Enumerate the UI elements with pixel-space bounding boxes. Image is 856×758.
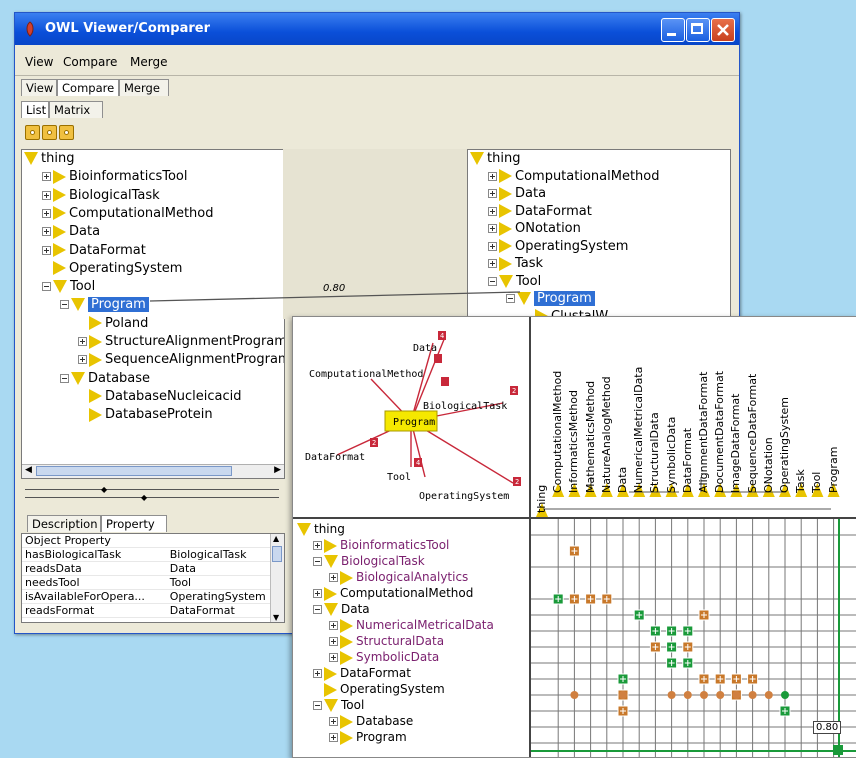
tree-node-label: NumericalMetricalData [356,618,494,632]
tree-node-label: Tool [341,698,365,712]
tree-node[interactable]: BioinformaticsTool [313,537,449,553]
tree-node-label: Program [356,730,407,744]
expand-icon[interactable] [329,717,338,726]
tree-node[interactable]: Tool [313,697,364,713]
matrix-score: 0.80 [813,721,842,734]
radial-graph-panel: 4 2 2 4 2 Program Data ComputationalMeth… [293,317,531,519]
tree-node[interactable]: Data [313,601,370,617]
tree-node[interactable]: BiologicalTask [313,553,425,569]
graph-count-data: 4 [440,332,444,340]
class-node-icon [324,666,337,681]
tree-node[interactable]: SymbolicData [329,649,439,665]
tree-node[interactable]: NumericalMetricalData [329,617,494,633]
tree-node-label: BiologicalTask [341,554,425,568]
graph-node-data[interactable]: Data [413,343,437,354]
matrix-column-label[interactable]: ImageDataFormat [729,394,742,493]
tree-node-label: thing [314,522,345,536]
tree-node-label: ComputationalMethod [340,586,474,600]
tree-node-label: Data [341,602,370,616]
matrix-column-label[interactable]: NatureAnalogMethod [600,376,613,493]
matrix-column-label[interactable]: Tool [810,472,823,493]
matrix-column-label[interactable]: OperatingSystem [778,397,791,493]
class-node-icon [324,682,337,697]
class-node-icon [340,714,353,729]
collapse-icon[interactable] [313,701,322,710]
radial-graph: 4 2 2 4 2 Program Data ComputationalMeth… [305,331,521,502]
expand-icon[interactable] [329,653,338,662]
graph-count-biotask: 2 [512,387,516,395]
bottom-tree-panel: thing BioinformaticsTool BiologicalTask Bio… [293,519,531,757]
matrix-grid-panel: 0.80 [531,519,856,757]
class-node-icon [340,650,353,665]
graph-count-tool: 4 [416,459,420,467]
matrix-column-label[interactable]: Program [827,447,840,493]
expand-icon[interactable] [329,621,338,630]
matrix-column-label[interactable]: SequenceDataFormat [746,374,759,493]
matrix-column-label[interactable]: ComputationalMethod [551,371,564,493]
graph-node-tool[interactable]: Tool [387,472,411,483]
class-node-icon [324,555,338,568]
expand-icon[interactable] [329,733,338,742]
expand-icon[interactable] [313,541,322,550]
expand-icon[interactable] [313,589,322,598]
tree-node[interactable]: BiologicalAnalytics [329,569,468,585]
matrix-column-label[interactable]: AlignmentDataFormat [697,372,710,493]
matrix-column-label[interactable]: StructuralData [648,412,661,493]
class-node-icon [324,603,338,616]
matrix-column-label[interactable]: MathematicsMethod [584,381,597,493]
tree-node[interactable]: Program [329,729,407,745]
tree-node-label: DataFormat [340,666,411,680]
graph-node-biologicaltask[interactable]: BiologicalTask [423,401,507,412]
tree-node-label: StructuralData [356,634,445,648]
expand-icon[interactable] [329,637,338,646]
matrix-column-label[interactable]: DocumentDataFormat [713,371,726,493]
graph-node-operatingsystem[interactable]: OperatingSystem [419,491,509,502]
class-node-icon [297,523,311,536]
tree-node[interactable]: thing [297,521,345,537]
expand-icon[interactable] [313,669,322,678]
matrix-column-label[interactable]: DataFormat [681,428,694,493]
graph-count-os: 2 [515,478,519,486]
tree-node-label: OperatingSystem [340,682,445,696]
class-node-icon [340,570,353,585]
class-node-icon [324,538,337,553]
tree-node[interactable]: DataFormat [313,665,411,681]
class-node-icon [340,618,353,633]
tree-node-label: Database [356,714,414,728]
matrix-column-label[interactable]: InformaticsMethod [567,390,580,493]
class-node-icon [340,730,353,745]
matrix-column-header: thing ComputationalMethod InformaticsMetho… [531,317,856,519]
matrix-grid [531,519,856,757]
matrix-column-label[interactable]: Task [794,469,807,493]
class-node-icon [324,586,337,601]
graph-count-dataformat: 2 [372,439,376,447]
tree-node-label: BioinformaticsTool [340,538,450,552]
tree-node[interactable]: Database [329,713,413,729]
collapse-icon[interactable] [313,605,322,614]
graph-node-dataformat[interactable]: DataFormat [305,452,365,463]
collapse-icon[interactable] [313,557,322,566]
expand-icon[interactable] [329,573,338,582]
tree-node[interactable]: ComputationalMethod [313,585,473,601]
class-node-icon [340,634,353,649]
matrix-column-label[interactable]: ONotation [762,437,775,493]
visualization-overlay: 4 2 2 4 2 Program Data ComputationalMeth… [292,316,856,758]
tree-node[interactable]: OperatingSystem [313,681,445,697]
matrix-column-label[interactable]: NumericalMetricalData [632,367,645,493]
matrix-column-label[interactable]: thing [535,485,548,513]
tree-node-label: BiologicalAnalytics [356,570,469,584]
graph-node-computationalmethod[interactable]: ComputationalMethod [309,369,423,380]
matrix-column-label[interactable]: Data [616,467,629,493]
tree-node[interactable]: StructuralData [329,633,444,649]
graph-center-label: Program [393,417,435,428]
class-node-icon [324,699,338,712]
matrix-column-label[interactable]: SymbolicData [665,417,678,493]
tree-node-label: SymbolicData [356,650,440,664]
